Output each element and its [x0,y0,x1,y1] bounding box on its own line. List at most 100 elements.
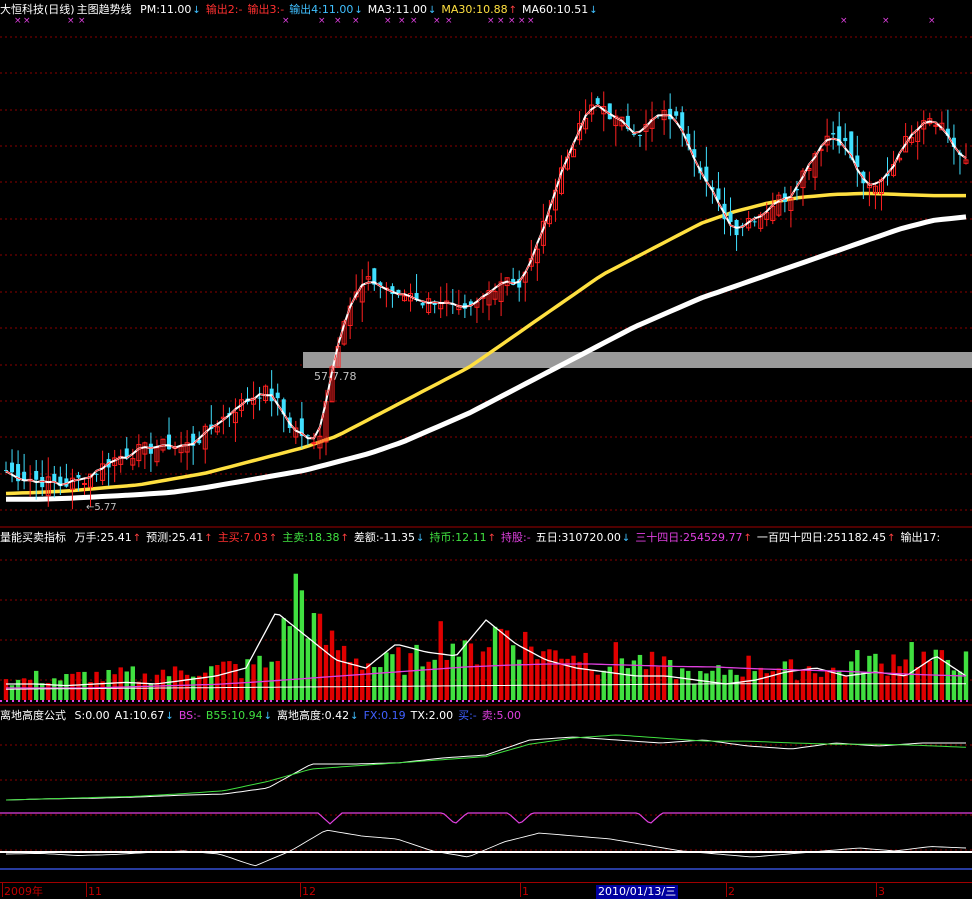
volume-bar [595,674,600,700]
signal-marker-icon: × [527,16,535,26]
volume-bar [553,650,558,700]
volume-bar [843,676,848,700]
signal-marker-icon: × [497,16,505,26]
volume-bar [396,647,401,700]
volume-bar [347,661,353,700]
signal-marker-icon: × [433,16,441,26]
volume-bar [82,671,87,700]
date-axis: 2009年 11 12 1 2010/01/13/三 2 3 [0,882,972,899]
candle-body [607,103,612,120]
candle-body [674,111,679,116]
volume-bar [124,671,129,700]
volume-bar [673,679,679,700]
volume-bar [788,659,794,700]
volume-bar [408,653,413,700]
volume-bar [70,673,75,700]
volume-bar [891,654,896,700]
signal-marker-icon: × [14,16,22,26]
volume-bar [239,678,244,700]
volume-bar [233,664,238,700]
volume-bar [106,669,111,700]
candle-body [595,98,600,104]
volume-bar [402,674,407,700]
date-tick [300,883,301,897]
volume-bar [420,666,425,700]
signal-marker-icon: × [487,16,495,26]
candle-body [257,397,262,399]
signal-marker-icon: × [882,16,890,26]
volume-bar [414,644,419,700]
candle-body [752,221,757,223]
height-osc-line [5,829,967,867]
volume-bar [281,618,286,700]
date-label: 11 [88,885,102,898]
volume-bar [438,621,443,700]
volume-bar [432,659,437,700]
signal-marker-icon: × [508,16,516,26]
volume-bar [885,675,890,700]
signal-marker-icon: × [318,16,326,26]
signal-marker-icon: × [352,16,360,26]
signal-marker-icon: × [840,16,848,26]
volume-bar [583,652,588,700]
volume-bar [33,670,39,700]
signal-marker-icon: × [67,16,75,26]
volume-bar [861,672,866,700]
volume-bar [118,667,123,700]
volume-bar [945,659,951,700]
date-label: 2010/01/13/三 [596,885,679,899]
volume-bar [227,661,232,700]
candle-body [34,470,39,480]
volume-bar [637,654,643,700]
volume-bar [468,643,474,700]
candle-body [167,434,172,450]
volume-bar [655,666,661,700]
volume-bar [800,670,806,700]
volume-bar [456,656,462,700]
candle-body [275,392,280,399]
date-label: 12 [302,885,316,898]
ma3-line [5,103,967,487]
stock-chart[interactable]: 57-7.78←5.77× × × × × × × × × × × × × × × × × × × × × [0,0,972,898]
volume-bar [818,676,824,700]
volume-bar [94,671,99,700]
volume-bar [728,669,733,700]
candle-body [637,134,642,136]
volume-bar [209,666,214,700]
signal-marker-icon: × [398,16,406,26]
volume-bar [40,683,45,700]
volume-bar [154,674,160,700]
signal-marker-icon: × [334,16,342,26]
volume-bar [221,661,226,700]
volume-bar [879,663,884,700]
volume-bar [58,680,63,700]
volume-bar [686,670,691,700]
date-label: 2 [728,885,735,898]
volume-bar [426,661,431,700]
volume-bar [897,666,902,700]
signal-marker-icon: × [282,16,290,26]
volume-bar [734,674,739,700]
volume-bar [523,631,528,700]
candle-body [831,133,836,135]
volume-bar [921,651,926,700]
candle-body [94,473,99,475]
candle-body [420,302,425,306]
signal-marker-icon: × [410,16,418,26]
volume-bar [372,667,377,700]
volume-bar [329,630,335,700]
candle-body [10,462,15,473]
volume-bar [510,645,516,700]
volume-bar [498,628,504,700]
volume-bar [378,667,383,700]
candle-body [311,442,317,445]
volume-bar [951,670,957,700]
volume-bar [631,660,637,700]
volume-bar [384,652,389,700]
signal-marker-icon: × [23,16,31,26]
volume-bar [257,655,262,700]
volume-bar [480,651,486,700]
volume-bar [529,646,534,700]
volume-bar [873,653,878,700]
volume-bar [661,656,667,700]
